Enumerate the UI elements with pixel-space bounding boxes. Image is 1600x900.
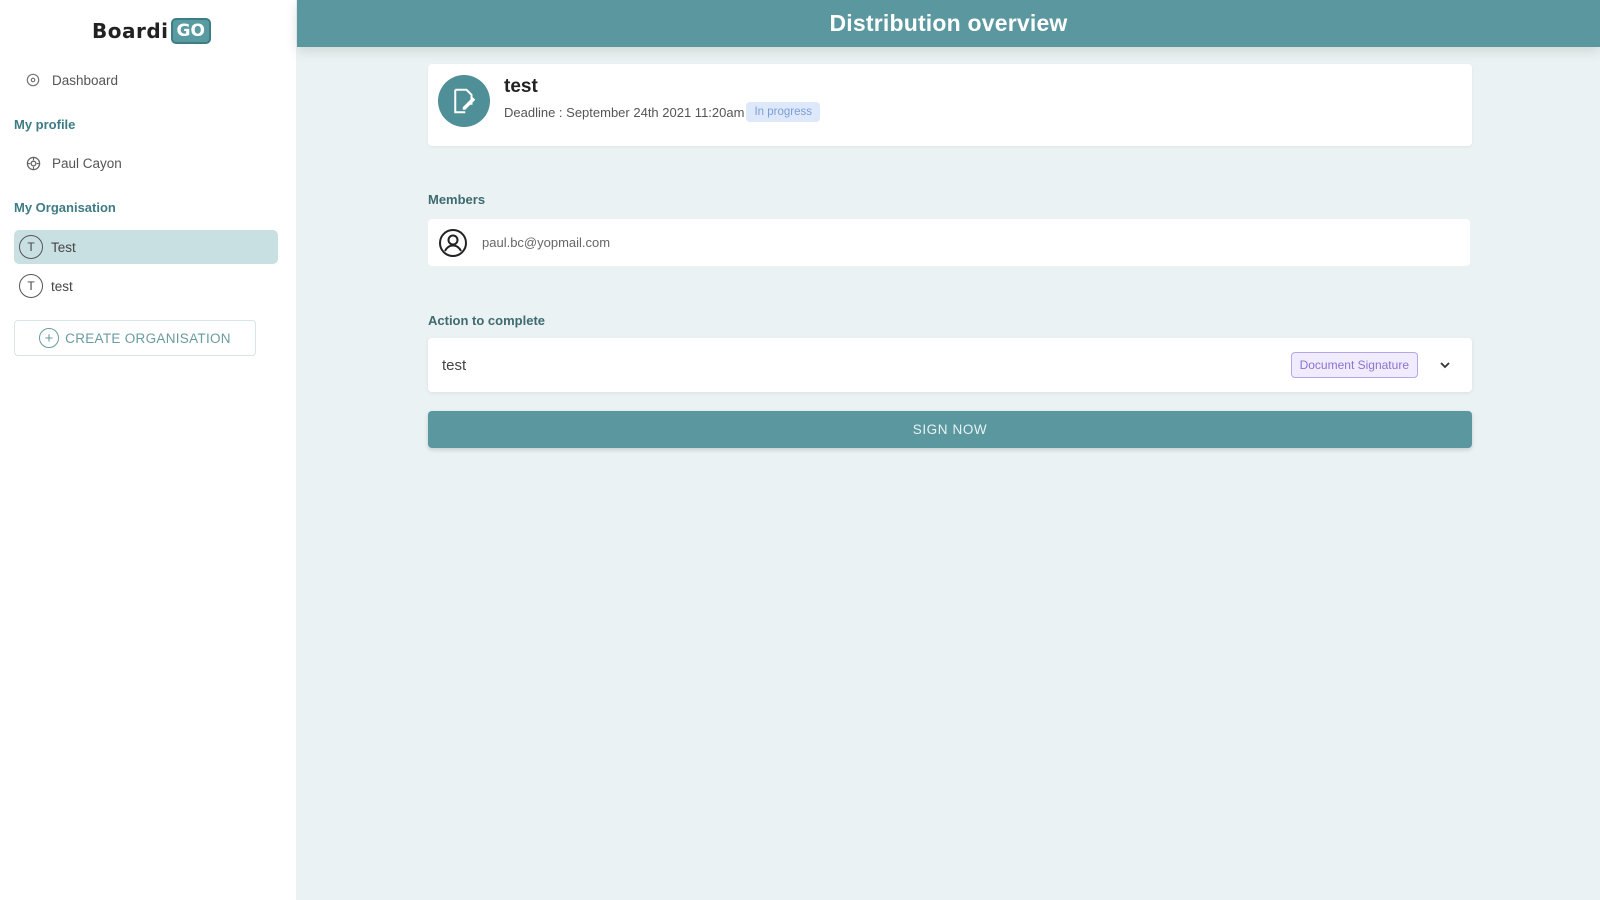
deadline-text: Deadline : September 24th 2021 11:20am — [504, 104, 745, 120]
action-label: Action to complete — [428, 313, 546, 328]
sidebar-item-organisation[interactable]: T Test — [14, 230, 278, 264]
logo-badge: GO — [170, 18, 211, 44]
create-organisation-button[interactable]: + CREATE ORGANISATION — [14, 320, 256, 356]
create-organisation-label: CREATE ORGANISATION — [65, 330, 231, 346]
members-label: Members — [428, 192, 486, 207]
action-type-badge: Document Signature — [1290, 352, 1418, 378]
sidebar-item-profile[interactable]: Paul Cayon — [14, 146, 278, 180]
sidebar: Boardi GO Dashboard My profile Paul Cayo… — [0, 0, 296, 900]
sign-now-button[interactable]: SIGN NOW — [428, 411, 1472, 448]
sidebar-item-label: Dashboard — [52, 72, 119, 88]
sidebar-item-dashboard[interactable]: Dashboard — [14, 63, 278, 97]
dashboard-icon — [24, 71, 42, 89]
org-avatar: T — [19, 235, 43, 259]
org-avatar: T — [19, 274, 43, 298]
member-item[interactable]: paul.bc@yopmail.com — [428, 219, 1470, 266]
app-logo[interactable]: Boardi GO — [92, 18, 211, 44]
org-label: test — [51, 278, 73, 294]
action-name: test — [442, 356, 467, 374]
member-email: paul.bc@yopmail.com — [482, 235, 611, 250]
add-circle-icon: + — [39, 328, 60, 348]
distribution-title: test — [504, 76, 538, 97]
profile-name: Paul Cayon — [52, 155, 122, 171]
section-label-profile: My profile — [14, 117, 76, 132]
distribution-card: test Deadline : September 24th 2021 11:2… — [428, 64, 1472, 146]
settings-icon — [24, 154, 42, 172]
distribution-meta: Deadline : September 24th 2021 11:20am I… — [504, 102, 820, 122]
section-label-organisation: My Organisation — [14, 200, 116, 215]
org-label: Test — [51, 239, 76, 255]
status-badge: In progress — [746, 102, 820, 122]
action-item[interactable]: test Document Signature — [428, 338, 1472, 392]
user-circle-icon — [438, 228, 468, 258]
logo-text: Boardi — [92, 19, 169, 43]
page-header: Distribution overview — [297, 0, 1600, 47]
chevron-down-icon[interactable] — [1438, 358, 1452, 372]
sidebar-item-organisation[interactable]: T test — [14, 269, 278, 303]
document-edit-icon — [438, 75, 490, 127]
page-title: Distribution overview — [829, 10, 1068, 36]
